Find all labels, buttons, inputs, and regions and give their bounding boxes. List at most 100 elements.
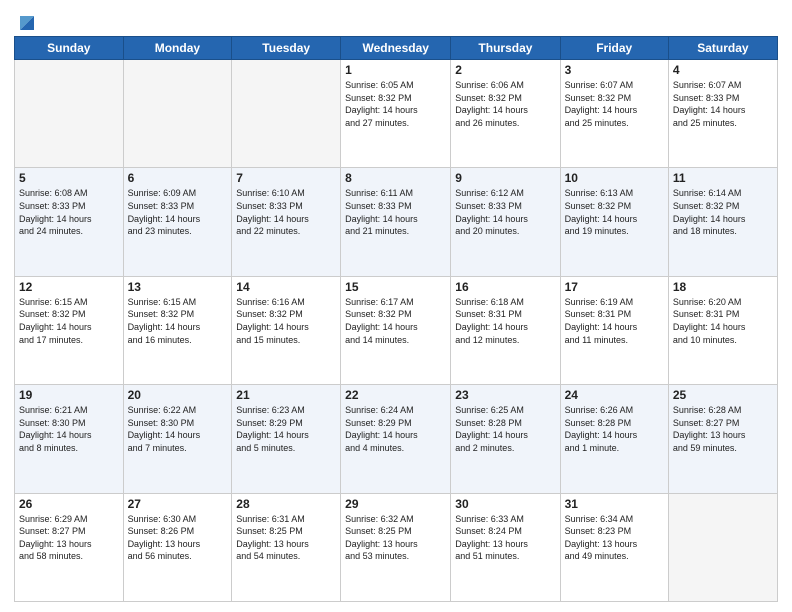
calendar-cell: 19 Sunrise: 6:21 AM Sunset: 8:30 PM Dayli… xyxy=(15,385,124,493)
calendar-cell: 3Sunrise: 6:07 AM Sunset: 8:32 PM Daylig… xyxy=(560,60,668,168)
calendar-cell: 22 Sunrise: 6:24 AM Sunset: 8:29 PM Dayli… xyxy=(341,385,451,493)
weekday-header-wednesday: Wednesday xyxy=(341,37,451,60)
day-info: Sunrise: 6:13 AM Sunset: 8:32 PM Dayligh… xyxy=(565,187,664,237)
day-info: Sunrise: 6:09 AM Sunset: 8:33 PM Dayligh… xyxy=(128,187,228,237)
day-info: Sunrise: 6:32 AM Sunset: 8:25 PM Dayligh… xyxy=(345,513,446,563)
day-number: 23 xyxy=(455,388,555,402)
day-number: 4 xyxy=(673,63,773,77)
day-info: Sunrise: 6:34 AM Sunset: 8:23 PM Dayligh… xyxy=(565,513,664,563)
day-info: Sunrise: 6:29 AM Sunset: 8:27 PM Dayligh… xyxy=(19,513,119,563)
calendar-cell: 20 Sunrise: 6:22 AM Sunset: 8:30 PM Dayli… xyxy=(123,385,232,493)
calendar-cell xyxy=(232,60,341,168)
calendar-cell xyxy=(668,493,777,601)
day-info: Sunrise: 6:16 AM Sunset: 8:32 PM Dayligh… xyxy=(236,296,336,346)
day-number: 12 xyxy=(19,280,119,294)
day-number: 11 xyxy=(673,171,773,185)
calendar-cell: 7Sunrise: 6:10 AM Sunset: 8:33 PM Daylig… xyxy=(232,168,341,276)
day-number: 28 xyxy=(236,497,336,511)
logo-triangle-icon xyxy=(16,12,38,34)
calendar-cell: 11 Sunrise: 6:14 AM Sunset: 8:32 PM Dayli… xyxy=(668,168,777,276)
day-info: Sunrise: 6:11 AM Sunset: 8:33 PM Dayligh… xyxy=(345,187,446,237)
day-info: Sunrise: 6:05 AM Sunset: 8:32 PM Dayligh… xyxy=(345,79,446,129)
day-info: Sunrise: 6:18 AM Sunset: 8:31 PM Dayligh… xyxy=(455,296,555,346)
calendar-week-row: 5 Sunrise: 6:08 AM Sunset: 8:33 PM Daylig… xyxy=(15,168,778,276)
day-info: Sunrise: 6:17 AM Sunset: 8:32 PM Dayligh… xyxy=(345,296,446,346)
page: General Blue xyxy=(0,0,792,612)
day-info: Sunrise: 6:28 AM Sunset: 8:27 PM Dayligh… xyxy=(673,404,773,454)
calendar-cell: 15 Sunrise: 6:17 AM Sunset: 8:32 PM Dayli… xyxy=(341,276,451,384)
day-number: 21 xyxy=(236,388,336,402)
calendar-cell: 8Sunrise: 6:11 AM Sunset: 8:33 PM Daylig… xyxy=(341,168,451,276)
calendar-cell: 2Sunrise: 6:06 AM Sunset: 8:32 PM Daylig… xyxy=(451,60,560,168)
weekday-header-monday: Monday xyxy=(123,37,232,60)
weekday-header-tuesday: Tuesday xyxy=(232,37,341,60)
calendar-cell: 9Sunrise: 6:12 AM Sunset: 8:33 PM Daylig… xyxy=(451,168,560,276)
calendar-cell: 14 Sunrise: 6:16 AM Sunset: 8:32 PM Dayli… xyxy=(232,276,341,384)
day-number: 25 xyxy=(673,388,773,402)
day-number: 3 xyxy=(565,63,664,77)
weekday-header-thursday: Thursday xyxy=(451,37,560,60)
calendar-cell: 29Sunrise: 6:32 AM Sunset: 8:25 PM Dayli… xyxy=(341,493,451,601)
day-number: 5 xyxy=(19,171,119,185)
calendar-table: SundayMondayTuesdayWednesdayThursdayFrid… xyxy=(14,36,778,602)
calendar-cell: 13 Sunrise: 6:15 AM Sunset: 8:32 PM Dayli… xyxy=(123,276,232,384)
day-number: 16 xyxy=(455,280,555,294)
calendar-week-row: 1 Sunrise: 6:05 AM Sunset: 8:32 PM Daylig… xyxy=(15,60,778,168)
day-number: 13 xyxy=(128,280,228,294)
day-info: Sunrise: 6:21 AM Sunset: 8:30 PM Dayligh… xyxy=(19,404,119,454)
day-info: Sunrise: 6:26 AM Sunset: 8:28 PM Dayligh… xyxy=(565,404,664,454)
day-info: Sunrise: 6:31 AM Sunset: 8:25 PM Dayligh… xyxy=(236,513,336,563)
calendar-cell: 27 Sunrise: 6:30 AM Sunset: 8:26 PM Dayli… xyxy=(123,493,232,601)
day-number: 19 xyxy=(19,388,119,402)
day-info: Sunrise: 6:10 AM Sunset: 8:33 PM Dayligh… xyxy=(236,187,336,237)
calendar-cell: 31Sunrise: 6:34 AM Sunset: 8:23 PM Dayli… xyxy=(560,493,668,601)
calendar-cell: 21 Sunrise: 6:23 AM Sunset: 8:29 PM Dayli… xyxy=(232,385,341,493)
calendar-week-row: 19 Sunrise: 6:21 AM Sunset: 8:30 PM Dayli… xyxy=(15,385,778,493)
calendar-cell: 1 Sunrise: 6:05 AM Sunset: 8:32 PM Daylig… xyxy=(341,60,451,168)
calendar-cell: 25 Sunrise: 6:28 AM Sunset: 8:27 PM Dayli… xyxy=(668,385,777,493)
day-info: Sunrise: 6:15 AM Sunset: 8:32 PM Dayligh… xyxy=(19,296,119,346)
day-info: Sunrise: 6:20 AM Sunset: 8:31 PM Dayligh… xyxy=(673,296,773,346)
calendar-cell: 6 Sunrise: 6:09 AM Sunset: 8:33 PM Daylig… xyxy=(123,168,232,276)
day-number: 24 xyxy=(565,388,664,402)
day-number: 26 xyxy=(19,497,119,511)
day-info: Sunrise: 6:08 AM Sunset: 8:33 PM Dayligh… xyxy=(19,187,119,237)
day-number: 14 xyxy=(236,280,336,294)
calendar-cell: 16 Sunrise: 6:18 AM Sunset: 8:31 PM Dayli… xyxy=(451,276,560,384)
day-number: 17 xyxy=(565,280,664,294)
day-info: Sunrise: 6:22 AM Sunset: 8:30 PM Dayligh… xyxy=(128,404,228,454)
day-number: 20 xyxy=(128,388,228,402)
calendar-cell: 26 Sunrise: 6:29 AM Sunset: 8:27 PM Dayli… xyxy=(15,493,124,601)
calendar-cell: 17 Sunrise: 6:19 AM Sunset: 8:31 PM Dayli… xyxy=(560,276,668,384)
day-number: 22 xyxy=(345,388,446,402)
calendar-cell: 28 Sunrise: 6:31 AM Sunset: 8:25 PM Dayli… xyxy=(232,493,341,601)
calendar-week-row: 26 Sunrise: 6:29 AM Sunset: 8:27 PM Dayli… xyxy=(15,493,778,601)
calendar-cell: 23 Sunrise: 6:25 AM Sunset: 8:28 PM Dayli… xyxy=(451,385,560,493)
day-info: Sunrise: 6:19 AM Sunset: 8:31 PM Dayligh… xyxy=(565,296,664,346)
calendar-week-row: 12 Sunrise: 6:15 AM Sunset: 8:32 PM Dayli… xyxy=(15,276,778,384)
weekday-header-sunday: Sunday xyxy=(15,37,124,60)
calendar-cell: 18 Sunrise: 6:20 AM Sunset: 8:31 PM Dayli… xyxy=(668,276,777,384)
day-info: Sunrise: 6:15 AM Sunset: 8:32 PM Dayligh… xyxy=(128,296,228,346)
header: General Blue xyxy=(14,10,778,30)
day-info: Sunrise: 6:07 AM Sunset: 8:33 PM Dayligh… xyxy=(673,79,773,129)
day-number: 10 xyxy=(565,171,664,185)
calendar-cell xyxy=(123,60,232,168)
day-number: 15 xyxy=(345,280,446,294)
day-number: 27 xyxy=(128,497,228,511)
day-info: Sunrise: 6:30 AM Sunset: 8:26 PM Dayligh… xyxy=(128,513,228,563)
day-info: Sunrise: 6:25 AM Sunset: 8:28 PM Dayligh… xyxy=(455,404,555,454)
day-info: Sunrise: 6:23 AM Sunset: 8:29 PM Dayligh… xyxy=(236,404,336,454)
day-info: Sunrise: 6:14 AM Sunset: 8:32 PM Dayligh… xyxy=(673,187,773,237)
day-number: 30 xyxy=(455,497,555,511)
day-number: 6 xyxy=(128,171,228,185)
logo-container xyxy=(14,10,38,30)
day-info: Sunrise: 6:12 AM Sunset: 8:33 PM Dayligh… xyxy=(455,187,555,237)
calendar-cell: 10 Sunrise: 6:13 AM Sunset: 8:32 PM Dayli… xyxy=(560,168,668,276)
day-number: 1 xyxy=(345,63,446,77)
calendar-cell: 4 Sunrise: 6:07 AM Sunset: 8:33 PM Daylig… xyxy=(668,60,777,168)
day-number: 18 xyxy=(673,280,773,294)
day-info: Sunrise: 6:24 AM Sunset: 8:29 PM Dayligh… xyxy=(345,404,446,454)
day-number: 2 xyxy=(455,63,555,77)
day-info: Sunrise: 6:33 AM Sunset: 8:24 PM Dayligh… xyxy=(455,513,555,563)
